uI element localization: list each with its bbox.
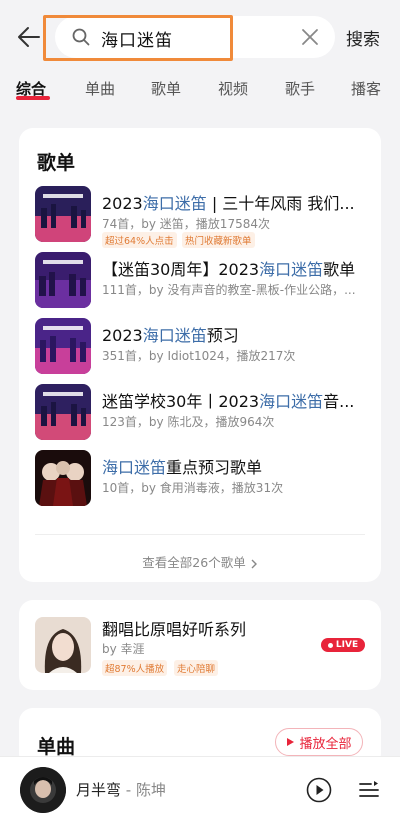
tab-playlists[interactable]: 歌单 bbox=[151, 78, 181, 99]
tab-podcasts[interactable]: 播客 bbox=[351, 78, 381, 99]
playlist-meta: 10首，by 食用消毒液，播放31次 bbox=[102, 481, 284, 495]
playlist-cover bbox=[35, 318, 91, 374]
tab-songs[interactable]: 单曲 bbox=[85, 78, 115, 99]
top-bar: 海口迷笛 搜索 bbox=[0, 0, 400, 70]
playlist-title: 迷笛学校30年丨2023海口迷笛音... bbox=[102, 392, 355, 411]
live-tag: 走心陪聊 bbox=[174, 660, 219, 676]
mini-player[interactable]: 月半弯 - 陈坤 bbox=[0, 756, 400, 826]
playlist-meta: 351首，by Idiot1024，播放217次 bbox=[102, 349, 296, 363]
play-all-button[interactable]: 播放全部 bbox=[275, 728, 363, 756]
tab-artists[interactable]: 歌手 bbox=[285, 78, 315, 99]
play-pause-button[interactable] bbox=[306, 777, 332, 803]
now-playing-text: 月半弯 - 陈坤 bbox=[76, 781, 166, 799]
playlist-item[interactable]: 迷笛学校30年丨2023海口迷笛音... 123首，by 陈北及，播放964次 bbox=[35, 384, 365, 442]
search-input[interactable]: 海口迷笛 bbox=[55, 16, 335, 58]
playlist-meta: 111首，by 没有声音的教室-黑板-作业公路，... bbox=[102, 283, 356, 297]
playlist-tag: 热门收藏新歌单 bbox=[182, 232, 255, 248]
section-title: 歌单 bbox=[37, 152, 76, 174]
playlist-item[interactable]: 2023海口迷笛 | 三十年风雨 我们... 74首，by 迷笛，播放17584… bbox=[35, 186, 365, 248]
playlist-item[interactable]: 2023海口迷笛预习 351首，by Idiot1024，播放217次 bbox=[35, 318, 365, 376]
category-tabs: 综合 单曲 歌单 视频 歌手 播客 bbox=[0, 72, 400, 112]
live-title: 翻唱比原唱好听系列 bbox=[102, 620, 247, 639]
live-badge: LIVE bbox=[321, 638, 365, 652]
playlist-title: 【迷笛30周年】2023海口迷笛歌单 bbox=[102, 260, 356, 279]
view-all-playlists-link[interactable]: 查看全部26个歌单 bbox=[19, 552, 381, 571]
clear-icon[interactable] bbox=[301, 28, 319, 46]
live-avatar bbox=[35, 617, 91, 673]
playlist-cover bbox=[35, 384, 91, 440]
playlist-item[interactable]: 海口迷笛重点预习歌单 10首，by 食用消毒液，播放31次 bbox=[35, 450, 365, 508]
playlist-queue-icon[interactable] bbox=[357, 778, 381, 802]
back-button[interactable] bbox=[14, 22, 44, 52]
tab-videos[interactable]: 视频 bbox=[218, 78, 248, 99]
playlist-cover bbox=[35, 252, 91, 308]
search-button[interactable]: 搜索 bbox=[346, 25, 380, 50]
playlist-title: 2023海口迷笛预习 bbox=[102, 326, 239, 345]
playlist-meta: 74首，by 迷笛，播放17584次 bbox=[102, 217, 270, 231]
album-cover bbox=[20, 767, 66, 813]
playlists-card: 歌单 2023海口迷笛 | 三十年风雨 我们... 74首，by 迷笛，播放17… bbox=[19, 128, 381, 582]
playlist-cover bbox=[35, 186, 91, 242]
playlist-title: 海口迷笛重点预习歌单 bbox=[102, 458, 263, 477]
live-card[interactable]: 翻唱比原唱好听系列 by 幸涯 超87%人播放 走心陪聊 LIVE bbox=[19, 600, 381, 690]
search-icon bbox=[72, 28, 90, 46]
playlist-title: 2023海口迷笛 | 三十年风雨 我们... bbox=[102, 194, 355, 213]
section-title: 单曲 bbox=[37, 736, 76, 758]
live-dot-icon bbox=[327, 642, 333, 648]
chevron-right-icon bbox=[251, 559, 257, 568]
active-tab-indicator bbox=[16, 96, 50, 100]
playlist-cover bbox=[35, 450, 91, 506]
search-query: 海口迷笛 bbox=[101, 31, 173, 51]
playlist-meta: 123首，by 陈北及，播放964次 bbox=[102, 415, 275, 429]
live-host: by 幸涯 bbox=[102, 642, 145, 656]
playlist-tag: 超过64%人点击 bbox=[102, 232, 177, 248]
divider bbox=[35, 534, 365, 535]
playlist-item[interactable]: 【迷笛30周年】2023海口迷笛歌单 111首，by 没有声音的教室-黑板-作业… bbox=[35, 252, 365, 310]
play-icon bbox=[287, 738, 295, 746]
live-tag: 超87%人播放 bbox=[102, 660, 168, 676]
back-arrow-icon bbox=[18, 27, 40, 47]
